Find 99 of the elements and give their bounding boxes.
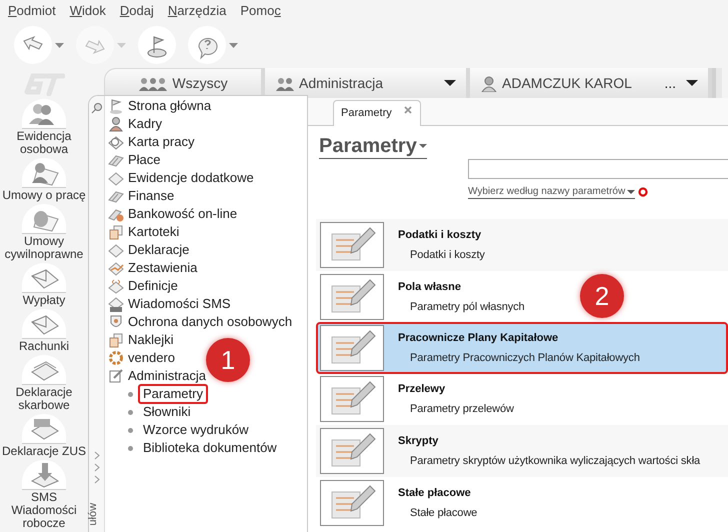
close-icon[interactable] xyxy=(404,106,412,114)
shield-icon xyxy=(108,314,124,330)
parameter-row[interactable]: Pracownicze Plany Kapitałowe Parametry Pracowniczych Planów Kapitałowych xyxy=(316,322,728,374)
diamond-icon xyxy=(108,242,124,258)
page-title[interactable]: Parametry xyxy=(319,134,427,159)
menu-item[interactable]: Widok xyxy=(70,1,106,21)
nav-item[interactable]: Wiadomości SMS xyxy=(105,295,233,313)
vertical-label: ułów xyxy=(86,502,100,526)
edit-document-icon xyxy=(320,428,384,474)
nav-subitem[interactable]: Biblioteka dokumentów xyxy=(138,438,282,458)
bullet-icon xyxy=(128,446,133,450)
edit-icon xyxy=(108,368,124,384)
sidebar-item[interactable]: Rachunki xyxy=(18,340,70,353)
person-icon xyxy=(480,74,498,92)
nav-item[interactable]: Kartoteki xyxy=(105,223,182,241)
parameter-row[interactable]: Skrypty Parametry skryptów użytkownika wyliczających wartości skła xyxy=(316,425,728,477)
home-button[interactable] xyxy=(138,26,176,64)
person-tab[interactable]: Administracja xyxy=(265,68,470,98)
nav-subitem[interactable]: Parametry xyxy=(138,384,208,404)
person-tab[interactable]: Wszyscy xyxy=(104,68,265,98)
cards-icon xyxy=(108,224,124,240)
more-label[interactable]: ... xyxy=(664,72,676,94)
sidebar-item[interactable]: Deklaracje ZUS xyxy=(2,445,86,458)
row-title: Pracownicze Plany Kapitałowe xyxy=(398,331,560,346)
back-button[interactable] xyxy=(14,26,52,64)
nav-item[interactable]: Ochrona danych osobowych xyxy=(105,313,294,331)
sidebar-item[interactable]: Wypłaty xyxy=(22,294,66,307)
nav-item[interactable]: Bankowość on-line xyxy=(105,205,240,223)
bullet-icon xyxy=(128,392,133,396)
row-description: Parametry przelewów xyxy=(409,402,514,416)
nav-item[interactable]: Deklaracje xyxy=(105,241,192,259)
edit-document-icon xyxy=(320,274,384,320)
arrow-down-icon[interactable] xyxy=(22,460,66,490)
edit-document-icon xyxy=(320,376,384,422)
row-description: Podatki i koszty xyxy=(409,248,485,262)
parameter-row[interactable]: Podatki i koszty Podatki i koszty xyxy=(316,219,728,271)
nav-item[interactable]: Naklejki xyxy=(105,331,176,349)
row-title: Skrypty xyxy=(398,434,440,449)
nav-item[interactable]: Płace xyxy=(105,151,163,169)
dropdown-arrow-icon[interactable] xyxy=(686,80,698,86)
edit-document-icon xyxy=(320,480,384,526)
menu-item[interactable]: Narzędzia xyxy=(168,1,226,21)
diamond-icon xyxy=(108,170,124,186)
row-description: Parametry pól własnych xyxy=(409,300,525,314)
filter-link[interactable]: Wybierz według nazwy parametrów xyxy=(468,185,636,199)
nav-item[interactable]: Strona główna xyxy=(105,97,214,115)
row-title: Pola własne xyxy=(398,280,462,295)
chart-icon xyxy=(108,260,124,276)
caret-icon[interactable] xyxy=(627,190,636,194)
person-tab[interactable]: ADAMCZUK KAROL ... xyxy=(470,68,712,98)
envelope-icon[interactable] xyxy=(22,309,66,339)
nav-item[interactable]: Kadry xyxy=(105,115,164,133)
menu-item[interactable]: Podmiot xyxy=(8,1,56,21)
caret-icon[interactable] xyxy=(418,144,427,148)
row-title: Przelewy xyxy=(398,382,446,397)
sidebar-item[interactable]: SMS Wiadomości robocze xyxy=(11,491,77,530)
edit-document-icon xyxy=(320,222,384,268)
document-tab[interactable]: Parametry xyxy=(333,100,421,126)
nav-item[interactable]: Finanse xyxy=(105,187,176,205)
menu-item[interactable]: Pomoc xyxy=(240,1,281,21)
people-icon[interactable] xyxy=(22,99,66,129)
nav-subitem[interactable]: Wzorce wydruków xyxy=(138,420,254,440)
sidebar-item[interactable]: Ewidencja osobowa xyxy=(16,130,72,156)
nav-item[interactable]: Karta pracy xyxy=(105,133,196,151)
nav-item[interactable]: vendero xyxy=(105,349,177,367)
help-button[interactable] xyxy=(188,26,226,64)
edit-document-icon xyxy=(320,325,384,371)
row-title: Stałe płacowe xyxy=(398,486,472,501)
clock-icon xyxy=(108,134,124,150)
nav-item[interactable]: Zestawienia xyxy=(105,259,200,277)
cards-icon xyxy=(108,332,124,348)
caret-icon[interactable] xyxy=(55,42,64,48)
nav-subitem[interactable]: Słowniki xyxy=(138,402,196,422)
envelope-icon[interactable] xyxy=(22,263,66,293)
bullet-icon xyxy=(128,410,133,414)
search-field[interactable] xyxy=(468,159,728,179)
nav-item[interactable]: Definicje xyxy=(105,277,180,295)
nav-item[interactable]: Ewidencje dodatkowe xyxy=(105,169,256,187)
flag-icon xyxy=(108,98,124,114)
nav-item[interactable]: Administracja xyxy=(105,367,208,385)
row-description: Stałe płacowe xyxy=(409,506,478,520)
row-description: Parametry Pracowniczych Planów Kapitałowych xyxy=(409,350,640,366)
gear-icon xyxy=(108,350,124,366)
caret-icon[interactable] xyxy=(229,42,238,48)
row-description: Parametry skryptów użytkownika wyliczających wartości skła xyxy=(409,454,700,468)
menu-item[interactable]: Dodaj xyxy=(120,1,154,21)
person-document-icon[interactable] xyxy=(22,158,66,188)
row-title: Podatki i koszty xyxy=(398,228,482,243)
click-marker-icon xyxy=(638,187,648,197)
person-icon xyxy=(108,116,124,132)
coin-document-icon[interactable] xyxy=(22,204,66,234)
sidebar-item[interactable]: Umowy o pracę xyxy=(2,189,86,202)
people-group-icon xyxy=(138,75,168,92)
dropdown-arrow-icon[interactable] xyxy=(444,80,456,86)
bullet-icon xyxy=(128,428,133,432)
braces-icon xyxy=(108,278,124,294)
sidebar-item[interactable]: Umowy cywilnoprawne xyxy=(4,235,84,261)
sidebar-item[interactable]: Deklaracje skarbowe xyxy=(16,386,72,412)
forms-icon[interactable] xyxy=(22,355,66,385)
